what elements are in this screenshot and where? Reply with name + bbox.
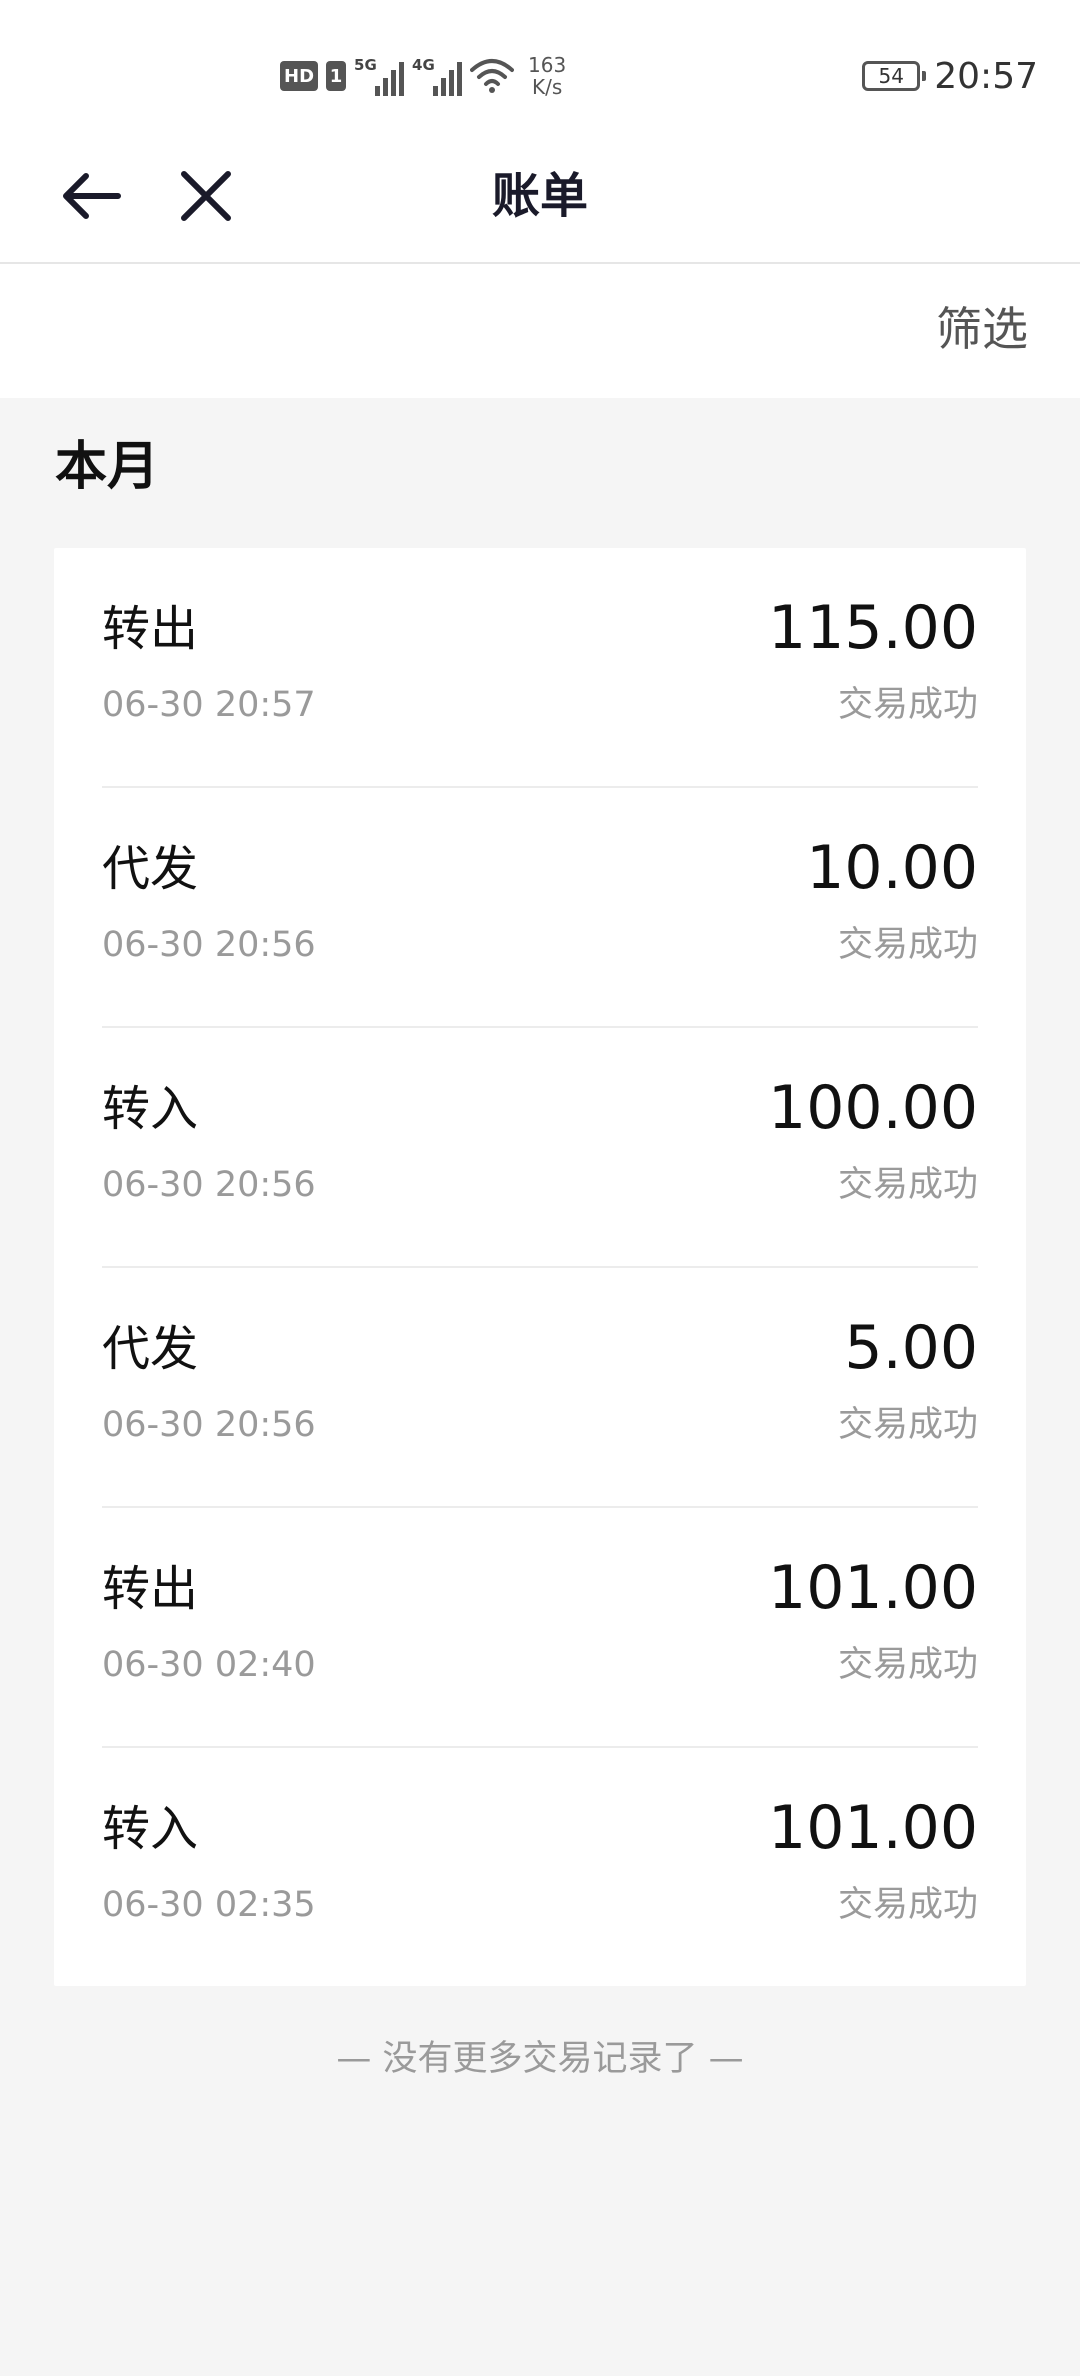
status-right: 54 20:57	[862, 50, 1038, 102]
transaction-row[interactable]: 转入 06-30 20:56 100.00 交易成功	[102, 1028, 978, 1268]
transaction-type: 转出	[102, 601, 199, 657]
transaction-status: 交易成功	[837, 685, 978, 725]
wifi-icon	[470, 58, 515, 94]
transaction-time: 06-30 02:40	[102, 1645, 316, 1685]
status-bar: HD 1 5G 4G 163 K/s 54 20:57	[0, 0, 1080, 130]
transaction-type: 转出	[102, 1561, 199, 1617]
transaction-row[interactable]: 代发 06-30 20:56 10.00 交易成功	[102, 788, 978, 1028]
transaction-time: 06-30 20:57	[102, 685, 316, 725]
transaction-status: 交易成功	[837, 1165, 978, 1205]
transaction-type: 代发	[102, 1321, 199, 1377]
signal-4g-label: 4G	[412, 56, 435, 74]
page-title: 账单	[491, 168, 588, 224]
transaction-amount: 115.00	[768, 593, 978, 663]
network-speed: 163 K/s	[528, 54, 566, 98]
status-time: 20:57	[934, 55, 1038, 97]
transaction-type: 转入	[102, 1081, 199, 1137]
section-title-month: 本月	[55, 437, 160, 497]
transaction-row[interactable]: 转入 06-30 02:35 101.00 交易成功	[102, 1748, 978, 1988]
transaction-status: 交易成功	[837, 925, 978, 965]
transaction-amount: 100.00	[768, 1073, 978, 1143]
transaction-time: 06-30 20:56	[102, 925, 316, 965]
signal-5g-icon: 5G	[354, 56, 405, 96]
filter-button[interactable]: 筛选	[936, 296, 1028, 362]
transaction-status: 交易成功	[837, 1645, 978, 1685]
status-icons: HD 1 5G 4G 163 K/s	[280, 48, 566, 104]
sim-badge: 1	[326, 61, 347, 91]
transaction-amount: 10.00	[806, 833, 978, 903]
hd-badge: HD	[280, 61, 319, 91]
transaction-status: 交易成功	[837, 1405, 978, 1445]
transaction-time: 06-30 02:35	[102, 1885, 316, 1925]
no-more-records-text: — 没有更多交易记录了 —	[336, 2039, 744, 2079]
battery-icon: 54	[862, 61, 927, 91]
network-speed-unit: K/s	[531, 75, 563, 99]
signal-4g-icon: 4G	[412, 56, 463, 96]
transaction-amount: 101.00	[768, 1553, 978, 1623]
transaction-list: 转出 06-30 20:57 115.00 交易成功 代发 06-30 20:5…	[54, 548, 1026, 1986]
signal-5g-label: 5G	[354, 56, 377, 74]
transaction-amount: 5.00	[844, 1313, 978, 1383]
battery-level: 54	[878, 64, 904, 88]
transaction-time: 06-30 20:56	[102, 1165, 316, 1205]
transaction-amount: 101.00	[768, 1793, 978, 1863]
transaction-status: 交易成功	[837, 1885, 978, 1925]
transaction-type: 代发	[102, 841, 199, 897]
transaction-row[interactable]: 转出 06-30 20:57 115.00 交易成功	[102, 548, 978, 788]
transaction-row[interactable]: 代发 06-30 20:56 5.00 交易成功	[102, 1268, 978, 1508]
nav-bar: 账单	[0, 130, 1080, 264]
filter-bar: 筛选	[0, 264, 1080, 398]
transaction-row[interactable]: 转出 06-30 02:40 101.00 交易成功	[102, 1508, 978, 1748]
network-speed-value: 163	[528, 53, 567, 77]
transaction-type: 转入	[102, 1801, 199, 1857]
transaction-time: 06-30 20:56	[102, 1405, 316, 1445]
